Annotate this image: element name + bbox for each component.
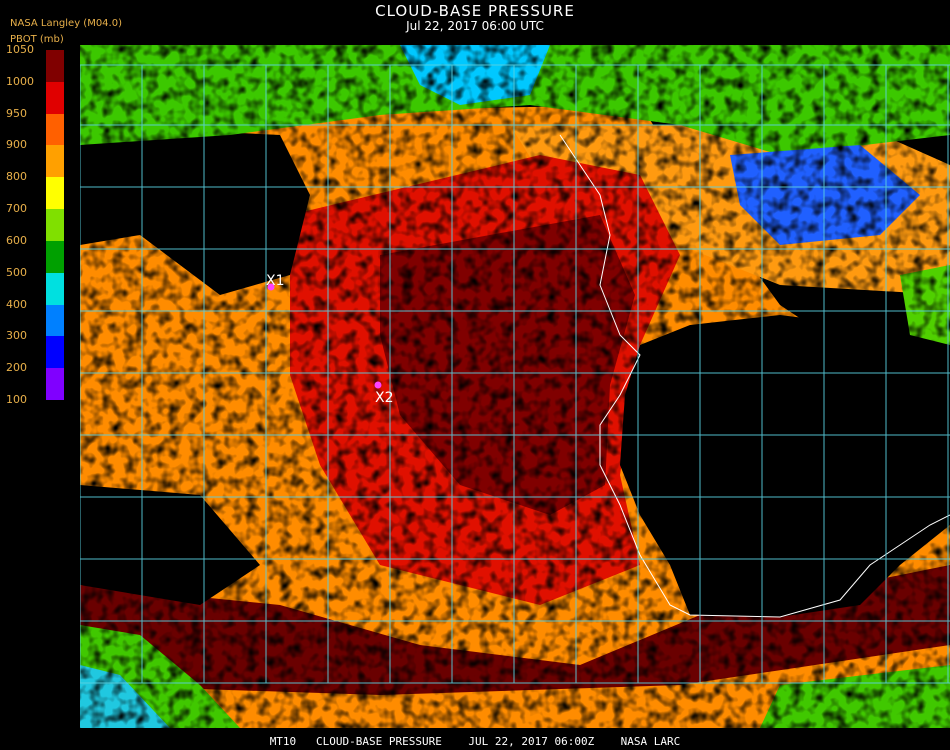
- color-legend: [46, 50, 64, 400]
- map-view[interactable]: X1 X2: [80, 45, 950, 728]
- legend-swatch: [46, 240, 64, 273]
- legend-tick-label: 600: [6, 233, 27, 247]
- legend-swatch: [46, 304, 64, 337]
- cloud-texture: [80, 45, 950, 728]
- legend-tick-label: 400: [6, 297, 27, 311]
- legend-swatch: [46, 209, 64, 241]
- legend-tick-label: 900: [6, 138, 27, 152]
- marker-x2-label: X2: [375, 390, 394, 406]
- marker-x2-dot[interactable]: [374, 381, 382, 389]
- footer-caption: MT10 CLOUD-BASE PRESSURE JUL 22, 2017 06…: [269, 735, 681, 748]
- legend-swatch: [46, 368, 64, 400]
- legend-swatch: [46, 145, 64, 178]
- legend-tick-label: 1000: [6, 74, 34, 88]
- legend-tick-label: 1050: [6, 43, 34, 56]
- legend-swatch: [46, 113, 64, 146]
- legend-tick-label: 700: [6, 202, 27, 216]
- legend-tick-label: 800: [6, 170, 27, 184]
- marker-x1-label: X1: [266, 273, 285, 289]
- legend-tick-label: 300: [6, 329, 27, 343]
- legend-swatch: [46, 336, 64, 369]
- legend-tick-label: 950: [6, 106, 27, 120]
- legend-tick-label: 500: [6, 265, 27, 279]
- legend-swatch: [46, 81, 64, 114]
- data-source: NASA Langley (M04.0): [10, 18, 122, 29]
- legend-swatch: [46, 177, 64, 210]
- legend-swatch: [46, 272, 64, 305]
- legend-swatch: [46, 50, 64, 82]
- legend-tick-label: 200: [6, 361, 27, 375]
- legend-tick-label: 100: [6, 393, 27, 406]
- page-subtitle: Jul 22, 2017 06:00 UTC: [406, 19, 544, 33]
- page-title: CLOUD-BASE PRESSURE: [375, 2, 575, 20]
